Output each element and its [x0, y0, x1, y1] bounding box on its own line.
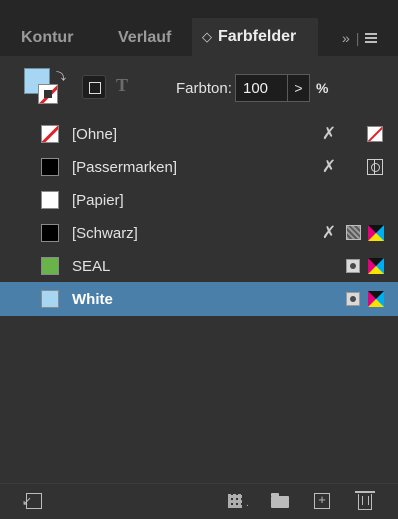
swatch-color-chip [41, 290, 59, 308]
swatch-color-chip [41, 257, 59, 275]
double-chevron-icon: » [342, 30, 350, 46]
swatch-name: [Ohne] [72, 125, 118, 143]
farbton-label: Farbton: [176, 80, 232, 97]
cmyk-mode-icon [368, 258, 384, 274]
tab-kontur[interactable]: Kontur [21, 20, 101, 56]
spot-color-icon [346, 259, 360, 273]
format-affects-container-button[interactable] [82, 75, 106, 99]
percent-label: % [316, 80, 329, 96]
cmyk-mode-icon [368, 291, 384, 307]
swatch-name: White [72, 290, 113, 308]
swatch-row-passermarken[interactable]: [Passermarken] ✗ [0, 150, 398, 184]
swatch-toolbar: ⤵ T Farbton: 100 > % [0, 56, 398, 116]
new-swatch-icon[interactable]: + [314, 493, 330, 509]
swatch-view-grid-icon[interactable] [228, 494, 242, 508]
trash-icon[interactable] [355, 491, 375, 510]
tab-verlauf-label: Verlauf [118, 29, 172, 46]
farbton-dropdown-button[interactable]: > [288, 74, 310, 102]
swatch-name: SEAL [72, 257, 111, 275]
swatch-list: [Ohne] ✗ [Passermarken] ✗ [Papier] [Schw… [0, 117, 398, 483]
swatch-row-white[interactable]: White [0, 282, 398, 316]
farbton-input[interactable]: 100 [235, 74, 288, 102]
swatch-color-chip [41, 125, 59, 143]
swatch-name: [Papier] [72, 191, 124, 209]
panel-bottom-bar: . + [0, 483, 398, 519]
updown-icon: ◇ [202, 29, 212, 44]
tab-verlauf[interactable]: Verlauf [118, 20, 192, 56]
view-dropdown-indicator: . [246, 498, 249, 509]
tab-kontur-label: Kontur [21, 29, 74, 46]
cmyk-mode-icon [368, 225, 384, 241]
swatch-color-chip [41, 191, 59, 209]
swatch-row-seal[interactable]: SEAL [0, 249, 398, 283]
chevron-right-icon: > [294, 80, 303, 96]
tab-separator: | [355, 30, 360, 46]
tab-farbfelder-label: Farbfelder [218, 28, 297, 45]
swatch-row-schwarz[interactable]: [Schwarz] ✗ [0, 216, 398, 250]
place-swatch-icon[interactable] [22, 493, 42, 509]
pencil-crossed-icon: ✗ [321, 223, 337, 242]
panel-menu-icon[interactable] [365, 33, 378, 43]
swap-fill-stroke-icon[interactable]: ⤵ [56, 68, 66, 83]
swatch-name: [Schwarz] [72, 224, 138, 242]
pencil-crossed-icon: ✗ [321, 157, 337, 176]
fill-stroke-widget: ⤵ [24, 68, 66, 108]
new-color-group-folder-icon[interactable] [271, 493, 289, 508]
swatch-color-chip [41, 224, 59, 242]
swatch-color-chip [41, 158, 59, 176]
more-tabs-button[interactable]: » | [342, 22, 398, 54]
none-color-icon [367, 126, 383, 142]
swatch-row-papier[interactable]: [Papier] [0, 183, 398, 217]
pencil-crossed-icon: ✗ [321, 124, 337, 143]
stroke-swatch[interactable] [38, 84, 58, 104]
farbton-value: 100 [243, 79, 269, 97]
swatch-row-ohne[interactable]: [Ohne] ✗ [0, 117, 398, 151]
registration-icon [367, 159, 383, 175]
tab-farbfelder[interactable]: ◇ Farbfelder [192, 18, 318, 56]
process-color-icon [346, 225, 361, 240]
format-affects-text-button[interactable]: T [116, 75, 128, 96]
panel-tab-bar: Kontur Verlauf ◇ Farbfelder » | [0, 0, 398, 56]
spot-color-icon [346, 292, 360, 306]
swatch-name: [Passermarken] [72, 158, 178, 176]
